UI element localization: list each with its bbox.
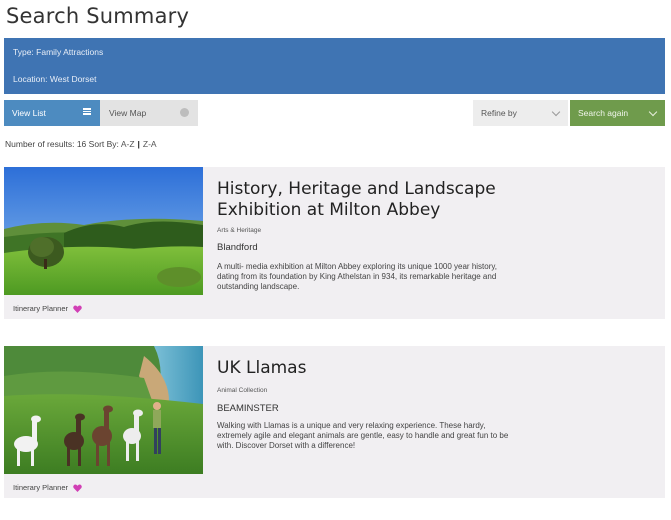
listing-card: UK Llamas Animal Collection BEAMINSTER W…	[4, 346, 665, 498]
list-icon	[83, 108, 91, 115]
listing-description: Walking with Llamas is a unique and very…	[217, 421, 509, 450]
results-count-label: Number of results:	[5, 139, 75, 149]
heart-icon	[73, 305, 82, 313]
chevron-down-icon	[551, 107, 561, 117]
type-label: Type:	[13, 47, 34, 57]
itinerary-planner-label: Itinerary Planner	[13, 304, 69, 313]
location-criteria: Location: West Dorset	[13, 74, 96, 84]
chevron-down-icon	[648, 107, 658, 117]
type-value: Family Attractions	[36, 47, 104, 57]
location-label: Location:	[13, 74, 48, 84]
listing-description: A multi- media exhibition at Milton Abbe…	[217, 262, 498, 291]
itinerary-planner-link[interactable]: Itinerary Planner	[13, 304, 82, 313]
listing-title[interactable]: History, Heritage and Landscape Exhibiti…	[217, 179, 496, 221]
sort-label: Sort By:	[88, 139, 119, 149]
results-count: 16	[76, 139, 87, 149]
sort-separator: |	[137, 139, 140, 149]
refine-by-label: Refine by	[481, 108, 517, 118]
listing-town: BEAMINSTER	[217, 403, 279, 414]
listing-title-line: History, Heritage and Landscape	[217, 179, 496, 199]
page-title: Search Summary	[6, 4, 190, 28]
itinerary-planner-label: Itinerary Planner	[13, 483, 69, 492]
listing-photo[interactable]	[4, 167, 203, 295]
listing-category: Arts & Heritage	[217, 227, 262, 234]
listing-photo[interactable]	[4, 346, 203, 474]
listing-title[interactable]: UK Llamas	[217, 358, 306, 379]
sort-a-z-link[interactable]: A-Z	[121, 139, 135, 149]
sort-z-a-link[interactable]: Z-A	[143, 139, 157, 149]
location-value: West Dorset	[49, 74, 97, 84]
view-map-button[interactable]: View Map	[100, 100, 198, 126]
listing-town: Blandford	[217, 242, 258, 253]
refine-by-dropdown[interactable]: Refine by	[473, 100, 568, 126]
results-bar: Number of results: 16 Sort By: A-Z | Z-A	[5, 139, 157, 149]
search-again-button[interactable]: Search again	[570, 100, 665, 126]
listing-title-line: Exhibition at Milton Abbey	[217, 200, 441, 220]
search-criteria-summary: Type: Family Attractions Location: West …	[4, 38, 665, 94]
landscape-photo	[4, 167, 203, 295]
listing-title-line: UK Llamas	[217, 358, 307, 378]
listing-category: Animal Collection	[217, 387, 268, 394]
view-map-label: View Map	[109, 108, 147, 118]
type-criteria: Type: Family Attractions	[13, 47, 103, 57]
search-again-label: Search again	[578, 108, 629, 118]
llamas-photo	[4, 346, 203, 474]
itinerary-planner-link[interactable]: Itinerary Planner	[13, 483, 82, 492]
heart-icon	[73, 484, 82, 492]
listing-card: History, Heritage and Landscape Exhibiti…	[4, 167, 665, 319]
view-list-button[interactable]: View List	[4, 100, 100, 126]
view-list-label: View List	[12, 108, 46, 118]
map-pin-icon	[180, 108, 189, 117]
